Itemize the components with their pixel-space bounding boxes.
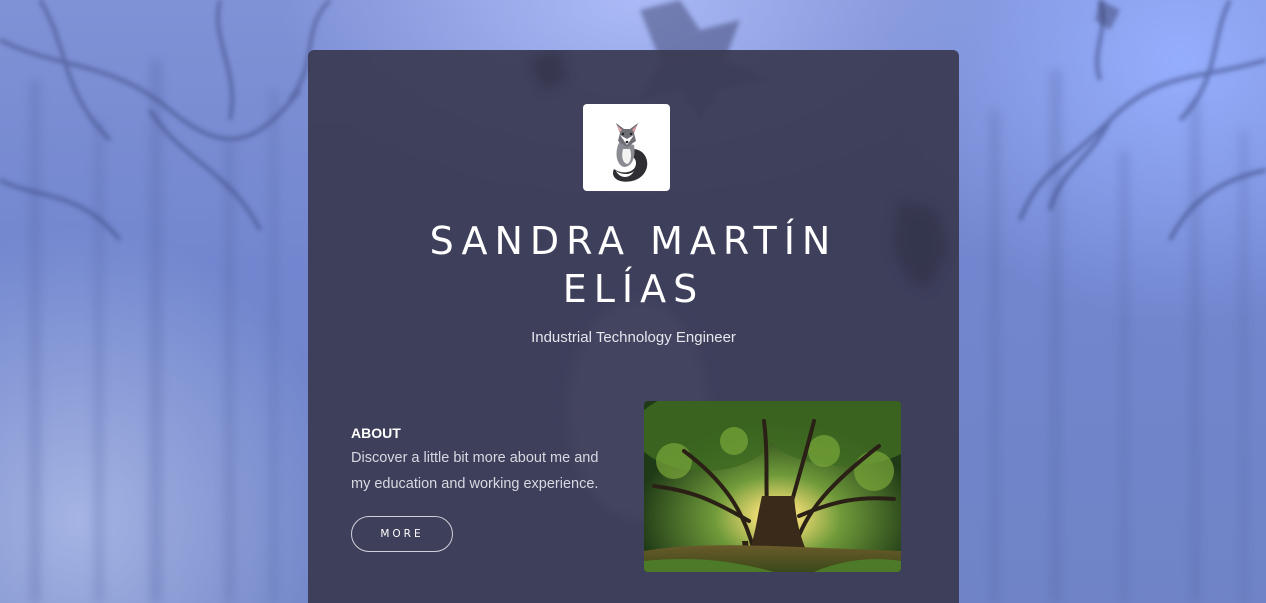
tree-photo	[644, 401, 901, 572]
about-text-line-2: my education and working experience.	[351, 475, 599, 492]
profile-card: SANDRA MARTÍN ELÍAS Industrial Technolog…	[308, 50, 959, 603]
page-title: SANDRA MARTÍN ELÍAS	[308, 217, 959, 313]
fox-logo-icon	[583, 104, 670, 191]
more-button[interactable]: MORE	[351, 516, 453, 552]
name-line-1: SANDRA MARTÍN	[429, 219, 838, 263]
about-heading: ABOUT	[351, 425, 401, 441]
job-title: Industrial Technology Engineer	[531, 329, 736, 346]
about-description: Discover a little bit more about me and …	[351, 446, 611, 497]
name-line-2: ELÍAS	[562, 267, 705, 311]
about-text-line-1: Discover a little bit more about me and	[351, 450, 599, 466]
